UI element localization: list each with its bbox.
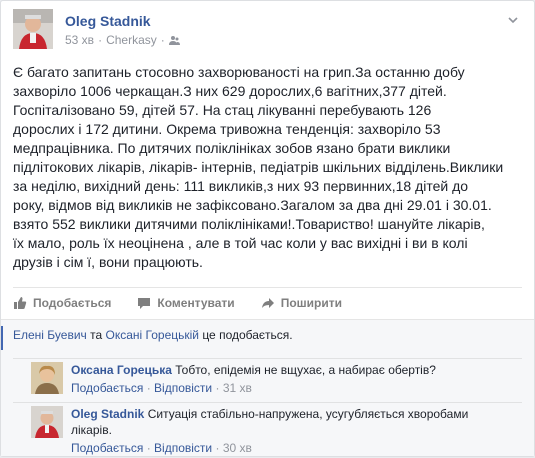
comment-body: Oleg Stadnik Ситуація стабільно-напружен…: [71, 406, 522, 456]
comment-like-link[interactable]: Подобається: [71, 441, 143, 455]
like-label: Подобається: [33, 295, 112, 310]
likes-suffix: це подобається.: [198, 328, 293, 342]
comment-icon: [138, 297, 151, 309]
post-header: Oleg Stadnik 53 хв · Cherkasy ·: [13, 9, 522, 53]
comment-item: Oleg Stadnik Ситуація стабільно-напружен…: [13, 406, 522, 458]
comments-section: Елені Буевич та Оксані Горецькій це подо…: [1, 319, 534, 456]
post-location[interactable]: Cherkasy: [106, 33, 157, 47]
comment-time[interactable]: 30 хв: [223, 441, 252, 455]
comment-author[interactable]: Oleg Stadnik: [71, 407, 144, 421]
post-time[interactable]: 53 хв: [65, 33, 94, 47]
comment-actions: Подобається · Відповісти · 30 хв: [71, 440, 522, 456]
likes-conjunction: та: [86, 328, 106, 342]
comment-item: Оксана Горецька Тобто, епідемія не вщуха…: [13, 362, 522, 402]
liker-name-1[interactable]: Елені Буевич: [13, 328, 87, 342]
friends-icon[interactable]: [168, 35, 180, 46]
author-avatar[interactable]: [13, 9, 53, 49]
share-label: Поширити: [280, 295, 342, 310]
share-button[interactable]: Поширити: [261, 296, 342, 310]
like-button[interactable]: Подобається: [13, 296, 111, 310]
post-card: Oleg Stadnik 53 хв · Cherkasy · Є багато…: [0, 0, 535, 457]
thumbs-up-icon: [14, 296, 27, 309]
comment-reply-link[interactable]: Відповісти: [154, 441, 212, 455]
liker-name-2[interactable]: Оксані Горецькій: [106, 328, 199, 342]
comment-button[interactable]: Коментувати: [137, 295, 235, 310]
comment-time[interactable]: 31 хв: [223, 381, 252, 395]
likes-accent-bar: [1, 326, 3, 350]
meta-separator: ·: [98, 33, 103, 47]
comment-dot-2: ·: [215, 441, 220, 455]
divider: [13, 402, 522, 403]
comment-like-link[interactable]: Подобається: [71, 381, 143, 395]
comment-text: Тобто, епідемія не вщухає, а набирає обе…: [175, 363, 436, 377]
share-arrow-icon: [261, 297, 274, 308]
comment-label: Коментувати: [157, 295, 235, 310]
likes-summary: Елені Буевич та Оксані Горецькій це подо…: [1, 326, 522, 350]
post-meta: 53 хв · Cherkasy ·: [65, 33, 180, 47]
comment-actions: Подобається · Відповісти · 31 хв: [71, 380, 522, 396]
post-text: Є багато запитань стосовно захворюваност…: [13, 64, 504, 270]
comment-dot: ·: [146, 381, 151, 395]
post-actions: Подобається Коментувати Поширити: [13, 287, 522, 317]
meta-separator-2: ·: [160, 33, 165, 47]
author-name[interactable]: Oleg Stadnik: [65, 13, 151, 29]
comment-author[interactable]: Оксана Горецька: [71, 363, 172, 377]
comment-dot: ·: [146, 441, 151, 455]
divider: [13, 358, 522, 359]
commenter-avatar[interactable]: [31, 406, 63, 438]
comment-body: Оксана Горецька Тобто, епідемія не вщуха…: [71, 362, 522, 396]
comment-dot-2: ·: [215, 381, 220, 395]
chevron-down-icon[interactable]: [506, 13, 520, 27]
commenter-avatar[interactable]: [31, 362, 63, 394]
comment-reply-link[interactable]: Відповісти: [154, 381, 212, 395]
